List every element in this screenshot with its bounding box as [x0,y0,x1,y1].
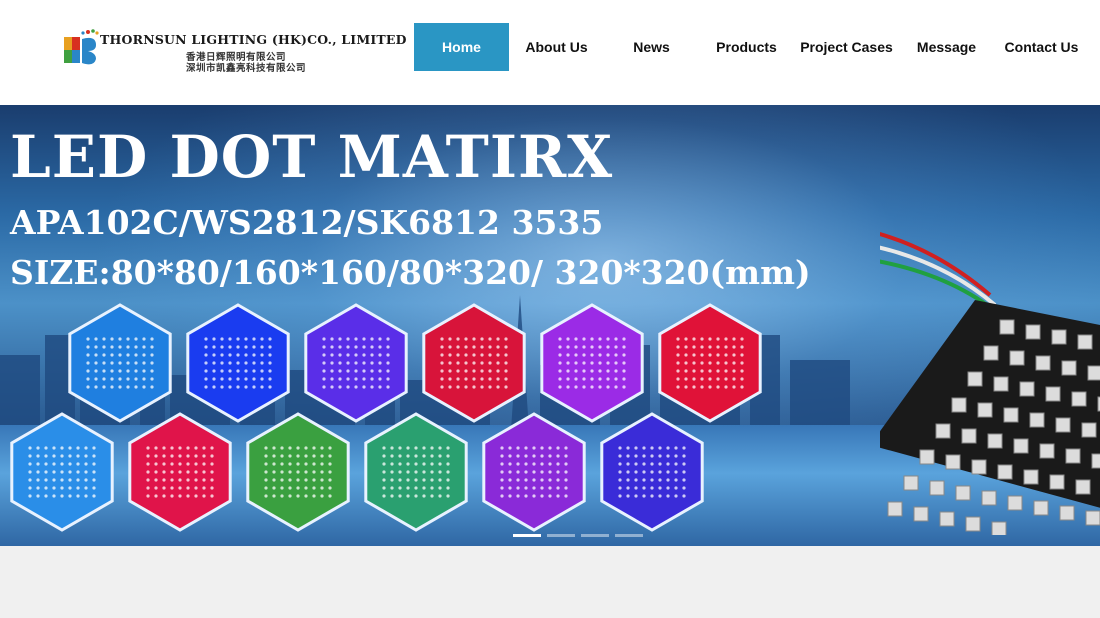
nav-products[interactable]: Products [699,23,794,71]
panel-led [1075,479,1091,495]
panel-led [999,319,1015,335]
panel-led [1061,360,1077,376]
panel-led [903,475,919,491]
slider-dot-1[interactable] [513,534,541,537]
panel-led [1077,334,1093,350]
panel-led [1019,381,1035,397]
panel-led [1049,474,1065,490]
nav-contact-us[interactable]: Contact Us [994,23,1089,71]
panel-led [961,428,977,444]
slider-dot-2[interactable] [547,534,575,537]
panel-led [997,464,1013,480]
slider-dot-3[interactable] [581,534,609,537]
panel-led [1071,391,1087,407]
panel-led [971,459,987,475]
top-hex-6 [658,303,762,423]
panel-led [955,485,971,501]
panel-led [1055,417,1071,433]
panel-led [1051,329,1067,345]
panel-led [935,423,951,439]
flexible-led-panel [880,232,1100,535]
bottom-hex-6 [600,412,704,532]
nav-news[interactable]: News [604,23,699,71]
panel-led [887,501,903,517]
panel-led [991,521,1007,535]
panel-led [913,506,929,522]
panel-led [1059,505,1075,521]
panel-led [1085,510,1100,526]
bottom-hex-5 [482,412,586,532]
panel-led [919,449,935,465]
ts-logo-icon [64,29,99,65]
slider-pagination [513,534,643,537]
nav-message[interactable]: Message [899,23,994,71]
main-nav: Home About Us News Products Project Case… [414,23,1089,71]
panel-led [1009,350,1025,366]
panel-led [1065,448,1081,464]
panel-led [1035,355,1051,371]
panel-led [981,490,997,506]
site-logo[interactable]: THORNSUN LIGHTING (HK)CO., LIMITED 香港日辉照… [62,24,407,74]
panel-led [1007,495,1023,511]
top-hex-5 [540,303,644,423]
panel-led [929,480,945,496]
panel-led [967,371,983,387]
slider-dot-4[interactable] [615,534,643,537]
panel-led [987,433,1003,449]
nav-home[interactable]: Home [414,23,509,71]
panel-led [1045,386,1061,402]
site-header: THORNSUN LIGHTING (HK)CO., LIMITED 香港日辉照… [0,0,1100,105]
bottom-hex-3 [246,412,350,532]
panel-led [977,402,993,418]
panel-led [1013,438,1029,454]
top-hex-1 [68,303,172,423]
nav-project-cases[interactable]: Project Cases [794,23,899,71]
panel-led [951,397,967,413]
bottom-hex-2 [128,412,232,532]
hero-banner[interactable]: LED DOT MATIRX APA102C/WS2812/SK6812 353… [0,105,1100,546]
bottom-hex-1 [10,412,114,532]
panel-led [1025,324,1041,340]
top-hex-4 [422,303,526,423]
panel-led [965,516,981,532]
panel-led [1087,365,1100,381]
logo-name-en: THORNSUN LIGHTING (HK)CO., LIMITED [100,32,407,47]
panel-led [1023,469,1039,485]
panel-led [1091,453,1100,469]
panel-led [939,511,955,527]
panel-led [993,376,1009,392]
content-area [0,546,1100,618]
top-hex-3 [304,303,408,423]
logo-name-cn-2: 深圳市凯鑫亮科技有限公司 [186,63,307,74]
panel-led [1003,407,1019,423]
panel-led [1039,443,1055,459]
panel-led [983,345,999,361]
panel-led [1081,422,1097,438]
panel-led [1033,500,1049,516]
panel-led [945,454,961,470]
nav-about-us[interactable]: About Us [509,23,604,71]
panel-led [1029,412,1045,428]
bottom-hex-4 [364,412,468,532]
top-hex-2 [186,303,290,423]
